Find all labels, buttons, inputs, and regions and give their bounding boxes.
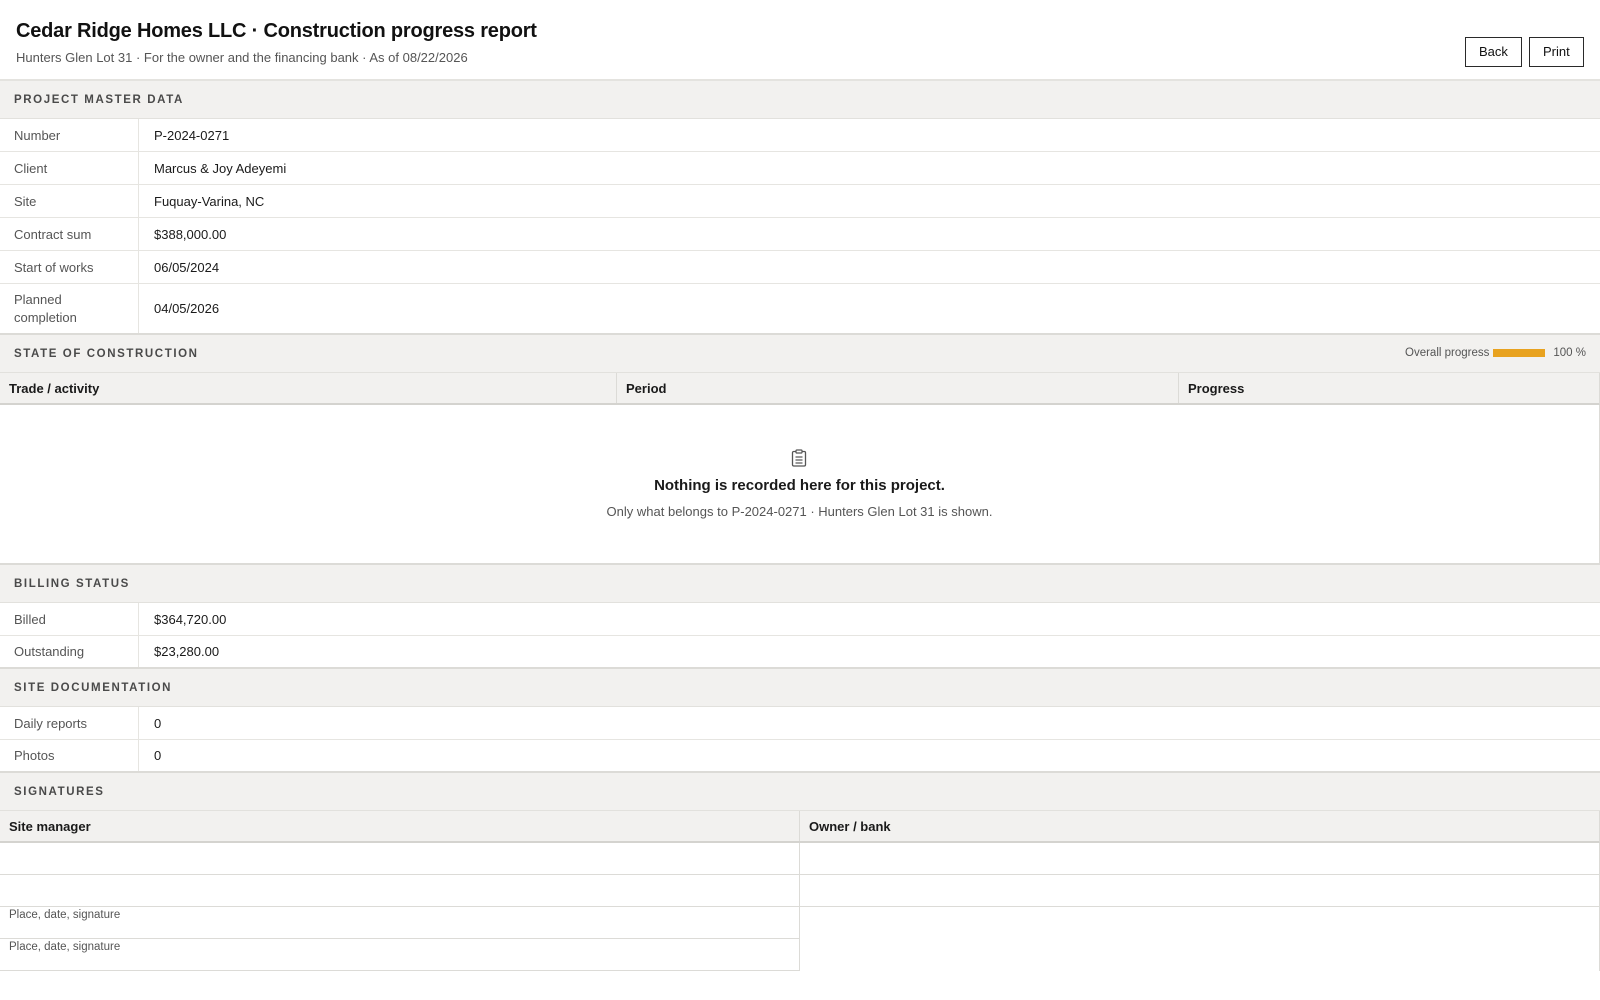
kv-row-photos: Photos 0 bbox=[0, 740, 1600, 773]
kv-value: Marcus & Joy Adeyemi bbox=[154, 160, 287, 176]
master-data-section-header: Project master data bbox=[0, 81, 1600, 119]
kv-label: Number bbox=[0, 119, 139, 151]
column-header-period: Period bbox=[617, 373, 1179, 403]
billing-title: Billing status bbox=[14, 578, 130, 590]
signature-line[interactable]: Place, date, signature bbox=[0, 907, 799, 939]
signature-line[interactable] bbox=[0, 843, 799, 875]
column-header-progress: Progress bbox=[1188, 380, 1245, 396]
kv-label: Planned completion bbox=[0, 284, 139, 333]
kv-row-planned-completion: Planned completion 04/05/2026 bbox=[0, 284, 1600, 335]
signature-line[interactable] bbox=[800, 875, 1599, 907]
kv-row-start-of-works: Start of works 06/05/2024 bbox=[0, 251, 1600, 284]
master-data-title: Project master data bbox=[14, 94, 184, 106]
kv-label: Photos bbox=[0, 740, 139, 771]
kv-row-number: Number P-2024-0271 bbox=[0, 119, 1600, 152]
kv-value: $388,000.00 bbox=[154, 226, 227, 242]
print-button[interactable]: Print bbox=[1529, 37, 1584, 67]
kv-value: $23,280.00 bbox=[154, 644, 220, 659]
kv-label: Client bbox=[0, 152, 139, 184]
empty-state-message: Nothing is recorded here for this projec… bbox=[654, 477, 945, 494]
kv-value: 0 bbox=[154, 748, 162, 763]
owner-bank-signature-column bbox=[800, 843, 1600, 971]
kv-value: Fuquay-Varina, NC bbox=[154, 193, 265, 209]
documentation-title: Site documentation bbox=[14, 682, 173, 694]
signatures-title: Signatures bbox=[14, 786, 105, 798]
kv-value: 04/05/2026 bbox=[154, 301, 220, 316]
empty-state: Nothing is recorded here for this projec… bbox=[0, 405, 1600, 565]
kv-row-site: Site Fuquay-Varina, NC bbox=[0, 185, 1600, 218]
column-header-site-manager: Site manager bbox=[0, 811, 800, 841]
kv-value: P-2024-0271 bbox=[154, 127, 230, 143]
kv-label: Contract sum bbox=[0, 218, 139, 250]
kv-row-client: Client Marcus & Joy Adeyemi bbox=[0, 152, 1600, 185]
overall-progress-value: 100 % bbox=[1553, 347, 1586, 359]
overall-progress-fill bbox=[1493, 349, 1546, 357]
signature-line[interactable] bbox=[800, 843, 1599, 875]
column-header-trade: Trade / activity bbox=[0, 373, 617, 403]
kv-label: Outstanding bbox=[0, 636, 139, 667]
kv-value: 0 bbox=[154, 715, 162, 731]
kv-row-billed: Billed $364,720.00 bbox=[0, 603, 1600, 636]
page-subtitle: Hunters Glen Lot 31 · For the owner and … bbox=[16, 50, 468, 65]
site-manager-signature-column: Place, date, signature Place, date, sign… bbox=[0, 843, 800, 971]
empty-state-subtext: Only what belongs to P-2024-0271 · Hunte… bbox=[606, 504, 993, 519]
clipboard-icon bbox=[791, 449, 807, 467]
overall-progress-label: Overall progress bbox=[1405, 347, 1490, 359]
signature-line[interactable] bbox=[0, 875, 799, 907]
construction-section-header: State of construction Overall progress 1… bbox=[0, 335, 1600, 373]
documentation-section-header: Site documentation bbox=[0, 669, 1600, 707]
page-title: Cedar Ridge Homes LLC · Construction pro… bbox=[16, 20, 537, 42]
construction-table-header: Trade / activity Period Progress bbox=[0, 373, 1600, 405]
kv-label: Site bbox=[0, 185, 139, 217]
signature-caption: Place, date, signature bbox=[9, 941, 121, 953]
master-data-table: Number P-2024-0271 Client Marcus & Joy A… bbox=[0, 119, 1600, 335]
billing-table: Billed $364,720.00 Outstanding $23,280.0… bbox=[0, 603, 1600, 669]
signature-line[interactable]: Place, date, signature bbox=[0, 939, 799, 971]
overall-progress: Overall progress 100 % bbox=[1405, 347, 1586, 359]
billing-section-header: Billing status bbox=[0, 565, 1600, 603]
kv-row-daily-reports: Daily reports 0 bbox=[0, 707, 1600, 740]
kv-value: 06/05/2024 bbox=[154, 259, 220, 275]
report-page: Cedar Ridge Homes LLC · Construction pro… bbox=[0, 0, 1600, 1000]
kv-row-contract-sum: Contract sum $388,000.00 bbox=[0, 218, 1600, 251]
signatures-table-header: Site manager Owner / bank bbox=[0, 811, 1600, 843]
signatures-section-header: Signatures bbox=[0, 773, 1600, 811]
signatures-grid: Place, date, signature Place, date, sign… bbox=[0, 843, 1600, 971]
kv-label: Billed bbox=[0, 603, 139, 635]
signature-caption: Place, date, signature bbox=[9, 909, 121, 921]
kv-label: Daily reports bbox=[0, 707, 139, 739]
kv-value: $364,720.00 bbox=[154, 611, 227, 627]
column-header-owner-bank: Owner / bank bbox=[809, 818, 891, 834]
documentation-table: Daily reports 0 Photos 0 bbox=[0, 707, 1600, 773]
kv-label: Start of works bbox=[0, 251, 139, 283]
construction-title: State of construction bbox=[14, 348, 199, 360]
kv-row-outstanding: Outstanding $23,280.00 bbox=[0, 636, 1600, 669]
back-button[interactable]: Back bbox=[1465, 37, 1522, 67]
report-header: Cedar Ridge Homes LLC · Construction pro… bbox=[0, 0, 1600, 81]
overall-progress-bar bbox=[1493, 349, 1546, 357]
